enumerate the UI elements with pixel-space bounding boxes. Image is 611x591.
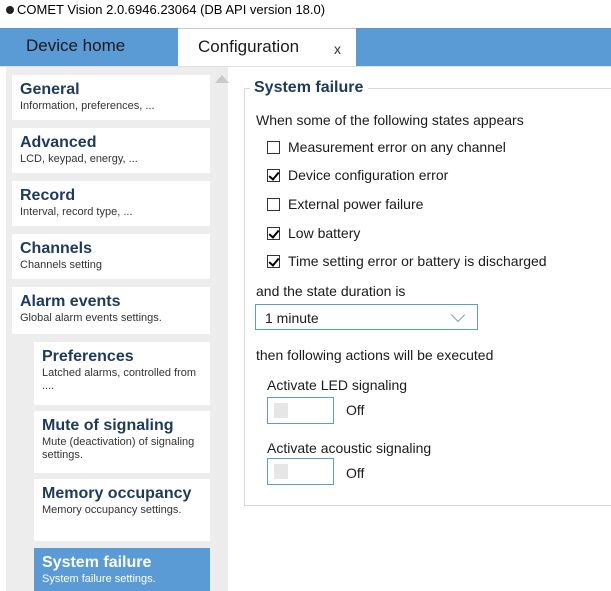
sidebar-item-title: Alarm events bbox=[20, 293, 121, 310]
tab-configuration[interactable]: Configuration x bbox=[178, 28, 356, 66]
toggle-knob bbox=[274, 464, 288, 479]
checkbox-label: Device configuration error bbox=[288, 167, 449, 183]
sidebar-subitem-mute-of-signaling[interactable]: Mute of signaling Mute (deactivation) of… bbox=[34, 411, 210, 473]
acoustic-signaling-toggle[interactable] bbox=[267, 458, 334, 485]
sidebar-item-alarm-events[interactable]: Alarm events Global alarm events setting… bbox=[12, 287, 210, 334]
intro-text: When some of the following states appear… bbox=[256, 112, 524, 128]
actions-label: then following actions will be executed bbox=[256, 347, 494, 363]
checkbox-label: External power failure bbox=[288, 196, 424, 212]
sidebar-item-channels[interactable]: Channels Channels setting bbox=[12, 234, 210, 279]
tab-close-icon[interactable]: x bbox=[334, 31, 341, 67]
sidebar-item-title: Mute of signaling bbox=[42, 417, 174, 434]
checkbox-box[interactable] bbox=[267, 141, 280, 154]
sidebar-item-subtitle: Mute (deactivation) of signaling setting… bbox=[42, 436, 195, 461]
sidebar-item-subtitle: Interval, record type, ... bbox=[20, 206, 133, 218]
sidebar-item-title: Channels bbox=[20, 240, 93, 257]
sidebar-item-subtitle: System failure settings. bbox=[42, 573, 156, 585]
sidebar-item-general[interactable]: General Information, preferences, ... bbox=[12, 75, 210, 120]
led-signaling-state: Off bbox=[346, 402, 365, 418]
sidebar-item-subtitle: Latched alarms, controlled from .... bbox=[42, 367, 197, 392]
sidebar-item-subtitle: Channels setting bbox=[20, 259, 102, 271]
acoustic-signaling-state: Off bbox=[346, 465, 365, 481]
sidebar-subitem-system-failure[interactable]: System failure System failure settings. bbox=[34, 548, 210, 591]
tab-bar: Device home Configuration x bbox=[0, 28, 611, 66]
sidebar-item-title: Preferences bbox=[42, 348, 134, 365]
sidebar-scrollbar[interactable] bbox=[215, 67, 229, 591]
tab-configuration-label: Configuration bbox=[198, 37, 300, 56]
sidebar: General Information, preferences, ... Ad… bbox=[6, 67, 229, 591]
chevron-down-icon bbox=[450, 307, 466, 323]
sidebar-item-title: Advanced bbox=[20, 134, 97, 151]
checkbox-label: Measurement error on any channel bbox=[288, 139, 506, 155]
title-bar: COMET Vision 2.0.6946.23064 (DB API vers… bbox=[0, 0, 611, 28]
sidebar-item-title: Record bbox=[20, 187, 76, 204]
tab-device-home-label: Device home bbox=[26, 36, 126, 55]
sidebar-subitem-memory-occupancy[interactable]: Memory occupancy Memory occupancy settin… bbox=[34, 479, 210, 541]
app-icon bbox=[6, 6, 14, 14]
sidebar-subitem-preferences[interactable]: Preferences Latched alarms, controlled f… bbox=[34, 342, 210, 405]
sidebar-item-record[interactable]: Record Interval, record type, ... bbox=[12, 181, 210, 226]
sidebar-item-subtitle: Global alarm events settings. bbox=[20, 312, 162, 324]
checkbox-box[interactable] bbox=[267, 198, 280, 211]
led-signaling-label: Activate LED signaling bbox=[267, 377, 408, 393]
sidebar-item-advanced[interactable]: Advanced LCD, keypad, energy, ... bbox=[12, 128, 210, 173]
checkbox-box[interactable] bbox=[267, 255, 280, 268]
led-signaling-toggle[interactable] bbox=[267, 397, 334, 424]
sidebar-item-title: System failure bbox=[42, 554, 152, 571]
tab-device-home[interactable]: Device home bbox=[0, 28, 178, 66]
sidebar-item-subtitle: Information, preferences, ... bbox=[20, 100, 155, 112]
toggle-knob bbox=[274, 403, 288, 418]
checkbox-box[interactable] bbox=[267, 227, 280, 240]
duration-label: and the state duration is bbox=[256, 283, 406, 299]
acoustic-signaling-label: Activate acoustic signaling bbox=[267, 440, 432, 456]
checkbox-label: Time setting error or battery is dischar… bbox=[288, 253, 547, 269]
sidebar-item-title: Memory occupancy bbox=[42, 485, 192, 502]
checkbox-box[interactable] bbox=[267, 169, 280, 182]
checkbox-label: Low battery bbox=[288, 225, 361, 241]
duration-select-value: 1 minute bbox=[265, 310, 319, 326]
sidebar-item-subtitle: LCD, keypad, energy, ... bbox=[20, 153, 138, 165]
sidebar-item-subtitle: Memory occupancy settings. bbox=[42, 504, 182, 516]
duration-select[interactable]: 1 minute bbox=[255, 304, 478, 330]
sidebar-item-title: General bbox=[20, 81, 80, 98]
scroll-up-icon[interactable] bbox=[215, 75, 229, 83]
panel-title: System failure bbox=[250, 79, 369, 97]
window-title: COMET Vision 2.0.6946.23064 (DB API vers… bbox=[17, 2, 326, 17]
